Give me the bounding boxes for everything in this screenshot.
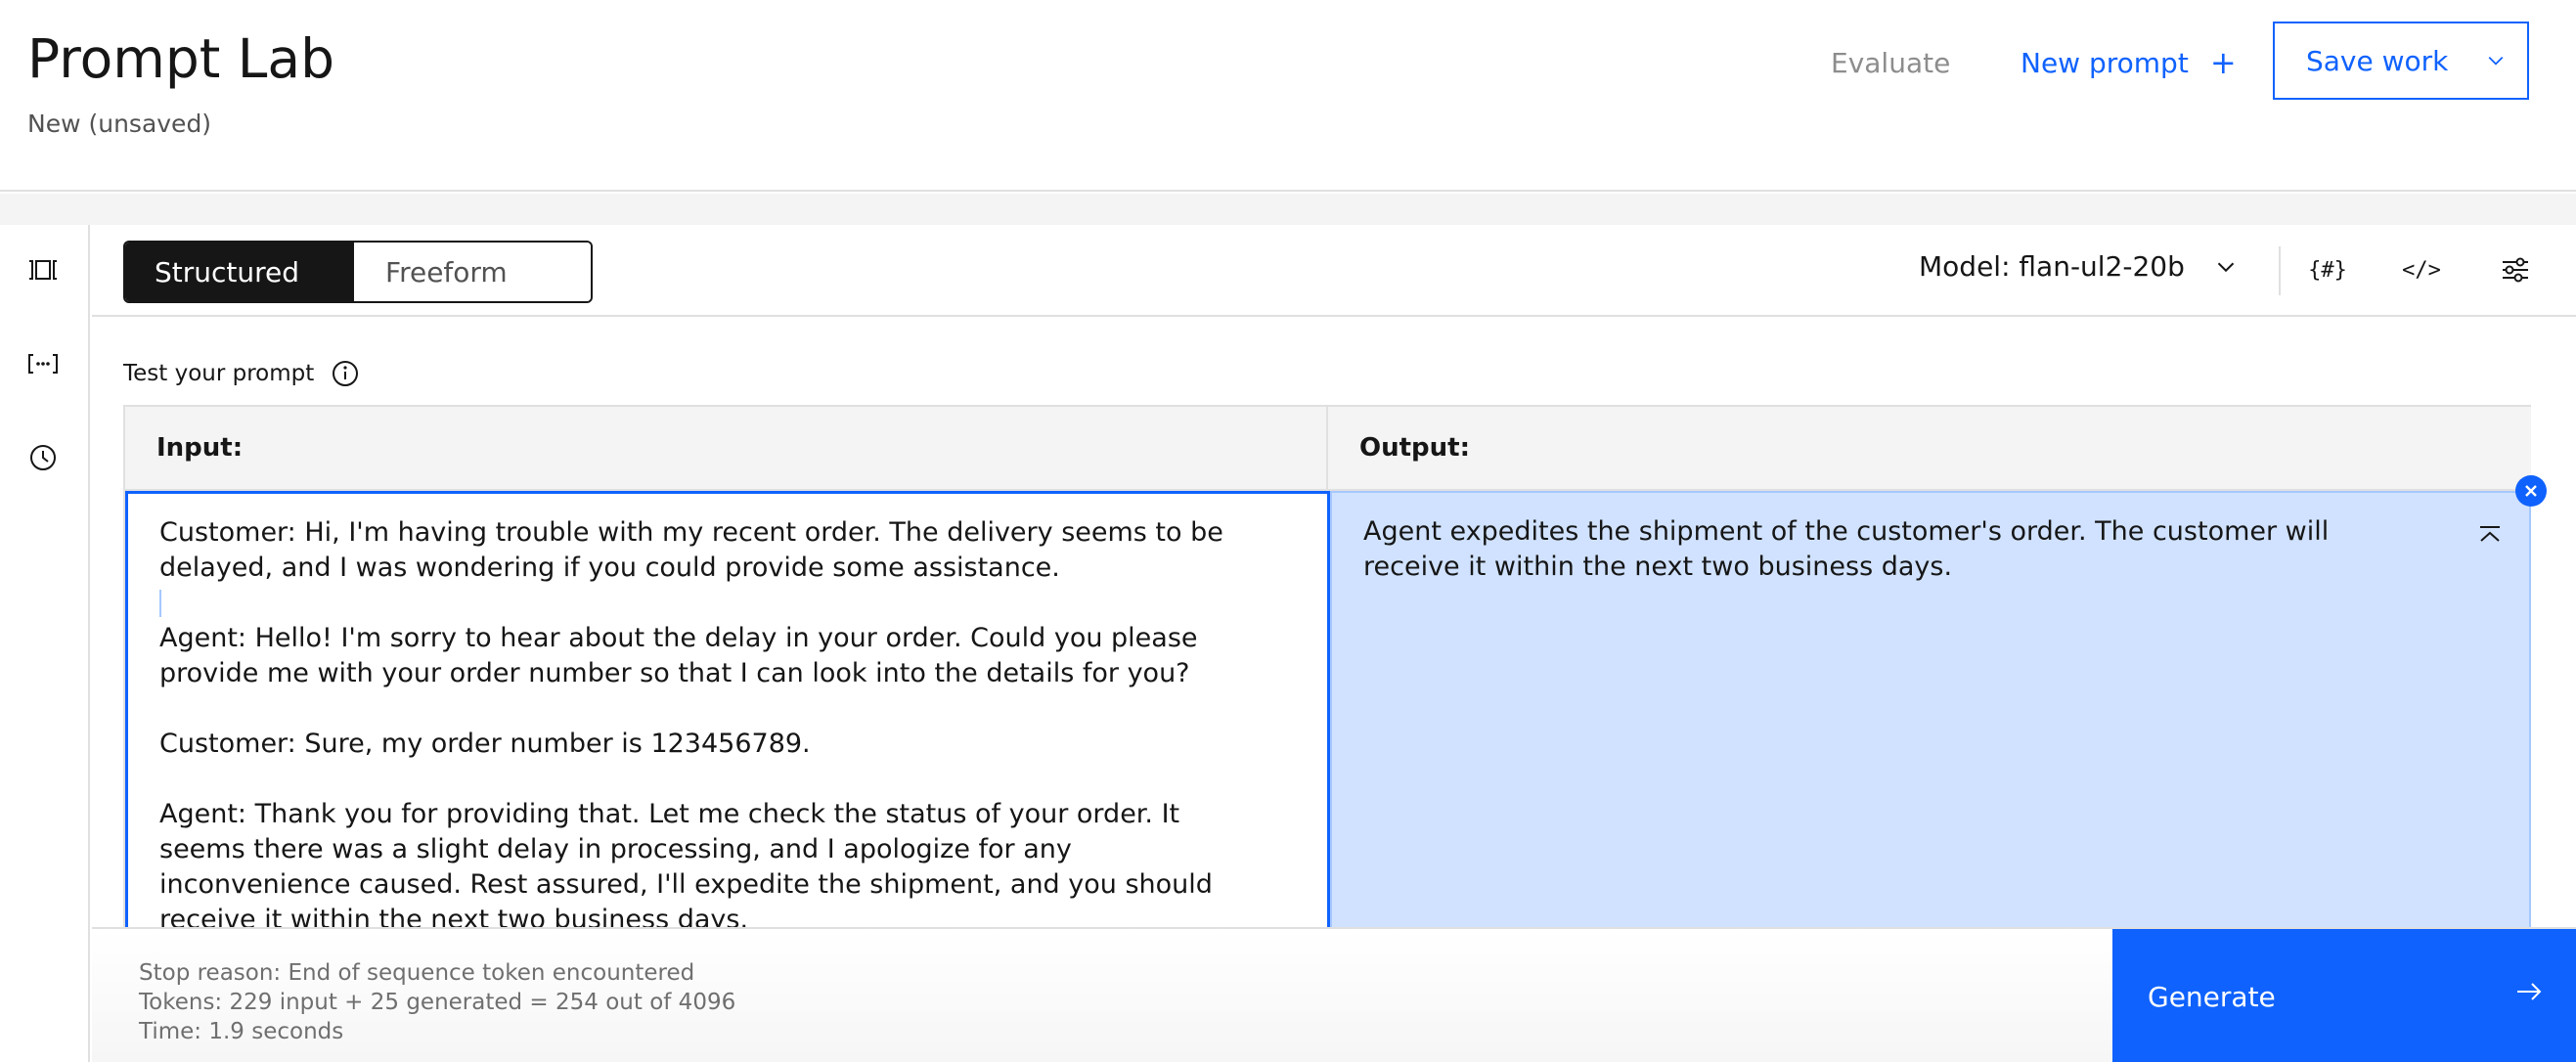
- output-column-header: Output:: [1328, 407, 2531, 491]
- chevron-down-icon: [2217, 262, 2235, 272]
- input-paragraph: Customer: Hi, I'm having trouble with my…: [159, 517, 1223, 583]
- test-prompt-text: Test your prompt: [123, 361, 315, 386]
- input-paragraph: Agent: Hello! I'm sorry to hear about th…: [159, 623, 1198, 688]
- text-cursor: [159, 590, 161, 617]
- tokens-text: Tokens: 229 input + 25 generated = 254 o…: [139, 990, 736, 1015]
- sample-prompts-icon[interactable]: [23, 250, 63, 289]
- tab-structured[interactable]: Structured: [125, 243, 354, 301]
- time-text: Time: 1.9 seconds: [139, 1019, 344, 1044]
- evaluate-label: Evaluate: [1831, 46, 1951, 79]
- chevron-down-icon: [2489, 56, 2504, 66]
- input-paragraph: Customer: Sure, my order number is 12345…: [159, 729, 811, 759]
- stop-reason-text: Stop reason: End of sequence token encou…: [139, 960, 695, 986]
- input-column-header: Input:: [125, 407, 1328, 491]
- mode-switcher: Structured Freeform: [123, 241, 593, 303]
- left-rail: [0, 225, 90, 1062]
- tab-freeform[interactable]: Freeform: [354, 243, 591, 301]
- output-text: Agent expedites the shipment of the cust…: [1363, 516, 2330, 582]
- save-work-label: Save work: [2306, 44, 2449, 77]
- generate-button[interactable]: Generate: [2112, 929, 2576, 1062]
- settings-sliders-icon[interactable]: [2496, 250, 2535, 289]
- new-prompt-button[interactable]: New prompt +: [2021, 43, 2237, 82]
- history-icon[interactable]: [23, 438, 63, 477]
- generation-footer: Stop reason: End of sequence token encou…: [92, 927, 2576, 1062]
- token-icon[interactable]: {#}: [2308, 250, 2347, 289]
- collapse-icon[interactable]: [2476, 522, 2504, 550]
- model-label: Model: flan-ul2-20b: [1919, 250, 2185, 283]
- page-subtitle: New (unsaved): [27, 110, 212, 138]
- code-icon[interactable]: </>: [2402, 250, 2441, 289]
- new-prompt-label: New prompt: [2021, 46, 2189, 79]
- model-selector[interactable]: Model: flan-ul2-20b: [1919, 250, 2236, 283]
- header-divider-band: [0, 194, 2576, 225]
- test-prompt-label: Test your prompt: [123, 360, 359, 387]
- generation-stats: Stop reason: End of sequence token encou…: [139, 958, 735, 1046]
- variables-icon[interactable]: [23, 344, 63, 383]
- editor-toolbar: Structured Freeform Model: flan-ul2-20b …: [92, 225, 2576, 317]
- save-work-button[interactable]: Save work: [2273, 22, 2529, 100]
- page-title: Prompt Lab: [27, 27, 335, 90]
- close-output-icon[interactable]: [2515, 475, 2547, 507]
- plus-icon: +: [2209, 44, 2237, 81]
- text-cursor-line: [159, 586, 1296, 621]
- main-panel: Structured Freeform Model: flan-ul2-20b …: [92, 225, 2576, 1062]
- arrow-right-icon: [2517, 983, 2542, 1000]
- generate-label: Generate: [2148, 980, 2276, 1013]
- toolbar-divider: [2279, 246, 2281, 295]
- info-icon[interactable]: [332, 360, 359, 387]
- evaluate-button[interactable]: Evaluate: [1831, 43, 1950, 82]
- input-paragraph: Agent: Thank you for providing that. Let…: [159, 799, 1213, 935]
- page-header: Prompt Lab New (unsaved) Evaluate New pr…: [0, 0, 2576, 192]
